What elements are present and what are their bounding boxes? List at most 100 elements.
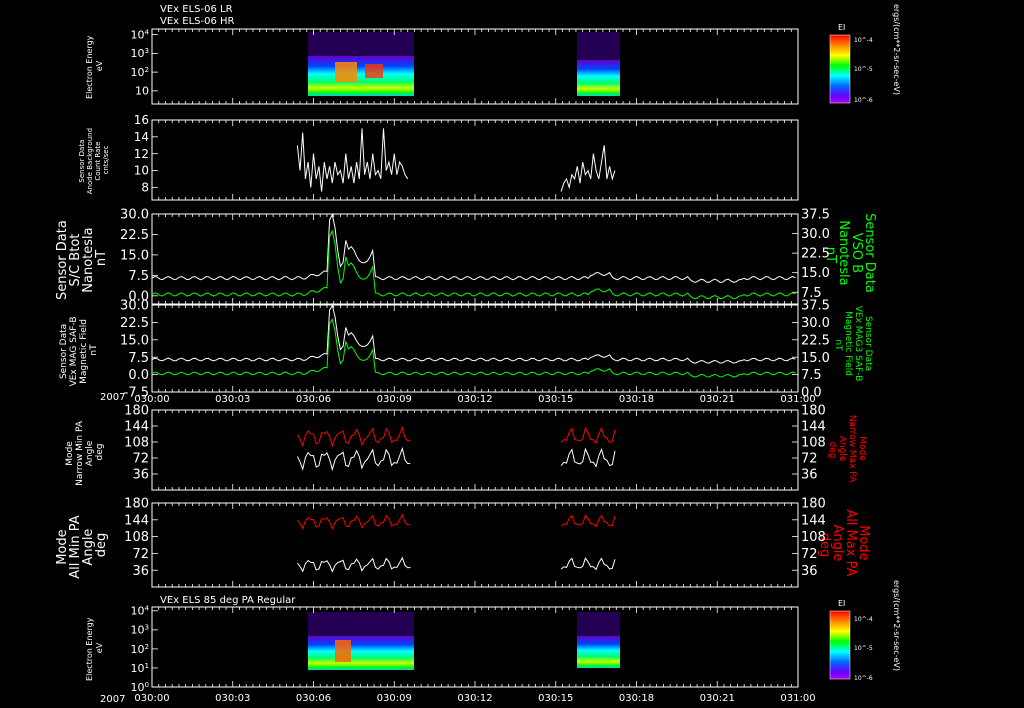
p7-y-label-4: 104: [130, 604, 149, 618]
p5-trace-red-seg1: [560, 426, 616, 445]
p3-yl-label-2: 15.0: [120, 248, 149, 263]
p6-yl-label-1: 72: [132, 547, 149, 562]
p3-trace-white: [151, 213, 796, 283]
colorbar-top-side-label: ergs/(cm**2-sr-sec-eV): [892, 4, 901, 95]
panel-frame-2: [151, 119, 799, 201]
p4-trace-white: [151, 304, 796, 364]
p2-y-label-3: 14: [134, 130, 149, 144]
xlabel-mid-7: 030:21: [700, 394, 735, 405]
p5-yr-label-2: 108: [801, 436, 826, 451]
p4-yl-label-5: 30.0: [120, 299, 149, 314]
p4-trace-green: [151, 318, 796, 378]
multi-panel-plot: VEx ELS-06 LR VEx ELS-06 HR VEx ELS 85 d…: [55, 4, 901, 705]
ylabel-panel2-line0: Sensor Data: [78, 140, 86, 183]
p4-yl-label-1: 0.0: [128, 368, 149, 383]
ylabel-right-panel5-line1: Narrow Max PA: [847, 415, 857, 483]
xlabel-bottom-1: 030:03: [215, 693, 250, 704]
year-label-mid: 2007: [100, 392, 125, 403]
p3-yl-label-1: 7.5: [128, 269, 149, 284]
xlabel-mid-3: 030:09: [377, 394, 412, 405]
ylabel-panel2-line3: cnts/sec: [102, 145, 110, 174]
p4-yl-label-2: 7.5: [128, 351, 149, 366]
ylabel-right-panel4-line3: nT: [833, 339, 843, 351]
colorbar-top-title: EI: [838, 23, 845, 32]
p4-yr-label-1: 7.5: [801, 368, 822, 383]
spec-block-7c: [577, 636, 620, 668]
panel-frames: [151, 28, 799, 688]
ylabel-panel1: Electron Energy eV: [85, 33, 104, 99]
p2-y-label-4: 16: [134, 113, 149, 127]
xlabel-mid-6: 030:18: [619, 394, 654, 405]
p5-yl-label-3: 144: [124, 420, 149, 435]
spec-block-2a: [577, 60, 620, 96]
spec-block-2b: [577, 32, 620, 60]
p5-trace-white-seg0: [296, 446, 411, 472]
p4-yr-label-5: 37.5: [801, 299, 830, 314]
p3-yl-label-4: 30.0: [120, 208, 149, 223]
p3-yr-label-1: 15.0: [801, 266, 830, 281]
p2-y-label-0: 8: [141, 181, 149, 195]
xlabel-bottom-2: 030:06: [296, 693, 331, 704]
spectrogram-bottom: [308, 612, 620, 670]
ylabel-panel4-line2: Magnetic Field: [79, 319, 89, 384]
colorbar-top-tick-2: 10^-6: [854, 97, 873, 104]
ylabel-panel5-line2: Angle: [85, 440, 95, 466]
colorbar-bottom: EI 10^-4 10^-5 10^-6 ergs/(cm**2-sr-sec-…: [829, 580, 901, 682]
p1-y-label-2: 103: [130, 46, 149, 60]
p4-yr-label-3: 22.5: [801, 333, 830, 348]
p5-yr-label-0: 36: [801, 468, 818, 483]
p2-y-label-2: 12: [134, 147, 149, 161]
colorbar-top: EI 10^-4 10^-5 10^-6 ergs/(cm**2-sr-sec-…: [829, 4, 901, 104]
colorbar-bottom-tick-0: 10^-4: [854, 616, 873, 623]
p5-yr-label-1: 72: [801, 452, 818, 467]
ylabel-panel7: Electron Energy eV: [85, 615, 104, 681]
panel-frame-1: [151, 28, 799, 105]
spec-block-1b: [308, 32, 414, 56]
ylabel-panel5-line0: Mode: [65, 441, 75, 466]
ylabel-right-panel5: Mode Narrow Max PA Angle deg: [827, 415, 867, 485]
p4-yr-label-2: 15.0: [801, 351, 830, 366]
xlabel-mid-1: 030:03: [215, 394, 250, 405]
p4-yl-label-4: 22.5: [120, 316, 149, 331]
p5-yl-label-4: 180: [124, 404, 149, 419]
ylabel-right-panel4: Sensor Data VEx MAG3 SAF-B Magnetic Fiel…: [833, 306, 873, 385]
spectrogram-top: [308, 32, 620, 96]
p2-series-0: [296, 128, 409, 192]
p1-y-label-3: 104: [130, 27, 149, 41]
p7-y-label-0: 100: [130, 680, 149, 694]
colorbar-bottom-tick-2: 10^-6: [854, 675, 873, 682]
p5-yl-label-0: 36: [132, 468, 149, 483]
colorbar-bottom-title: EI: [838, 599, 845, 608]
p6-trace-white-seg1: [560, 557, 616, 571]
panel-frame-4: [151, 304, 799, 393]
ylabel-right-panel4-line1: VEx MAG3 SAF-B: [853, 306, 863, 382]
p4-yl-label-0: -7.5: [124, 386, 149, 401]
p5-yr-label-4: 180: [801, 404, 826, 419]
p7-y-label-1: 101: [130, 661, 149, 675]
ylabel-panel4-line0: Sensor Data: [59, 324, 69, 379]
ylabel-panel2: Sensor Data Anode Background Count Rate …: [78, 126, 110, 194]
p4-yr-label-0: 0.0: [801, 386, 822, 401]
p1-y-label-0: 10: [135, 85, 149, 98]
p1-y-label-1: 102: [130, 65, 149, 79]
p2-series-1: [560, 145, 616, 192]
ylabel-panel3: Sensor Data S/C Btot Nanotesla nT: [55, 216, 109, 300]
ylabel-panel2-line2: Count Rate: [94, 142, 102, 181]
xlabel-bottom-4: 030:12: [457, 693, 492, 704]
ylabel-panel4: Sensor Data VEx MAG SAF-B Magnetic Field…: [59, 314, 99, 387]
spec-hot-7: [335, 640, 351, 662]
xlabel-bottom-7: 030:21: [700, 693, 735, 704]
p2-y-label-1: 10: [134, 164, 149, 178]
colorbar-bottom-side-label: ergs/(cm**2-sr-sec-eV): [892, 580, 901, 671]
p6-trace-red-seg1: [560, 514, 616, 528]
left-y-labels: Electron Energy eV Sensor Data Anode Bac…: [55, 33, 110, 681]
spec-block-7d: [577, 612, 620, 636]
header-line2: VEx ELS-06 HR: [160, 16, 235, 27]
spec-hot-2: [365, 64, 383, 78]
ylabel-right-panel5-line3: deg: [827, 442, 837, 459]
ylabel-panel7-line1: eV: [95, 642, 104, 653]
p3-yr-label-2: 22.5: [801, 247, 830, 262]
xlabel-mid-5: 030:15: [538, 394, 573, 405]
colorbar-top-rect: [829, 34, 851, 104]
spec-block-7b: [308, 612, 414, 636]
